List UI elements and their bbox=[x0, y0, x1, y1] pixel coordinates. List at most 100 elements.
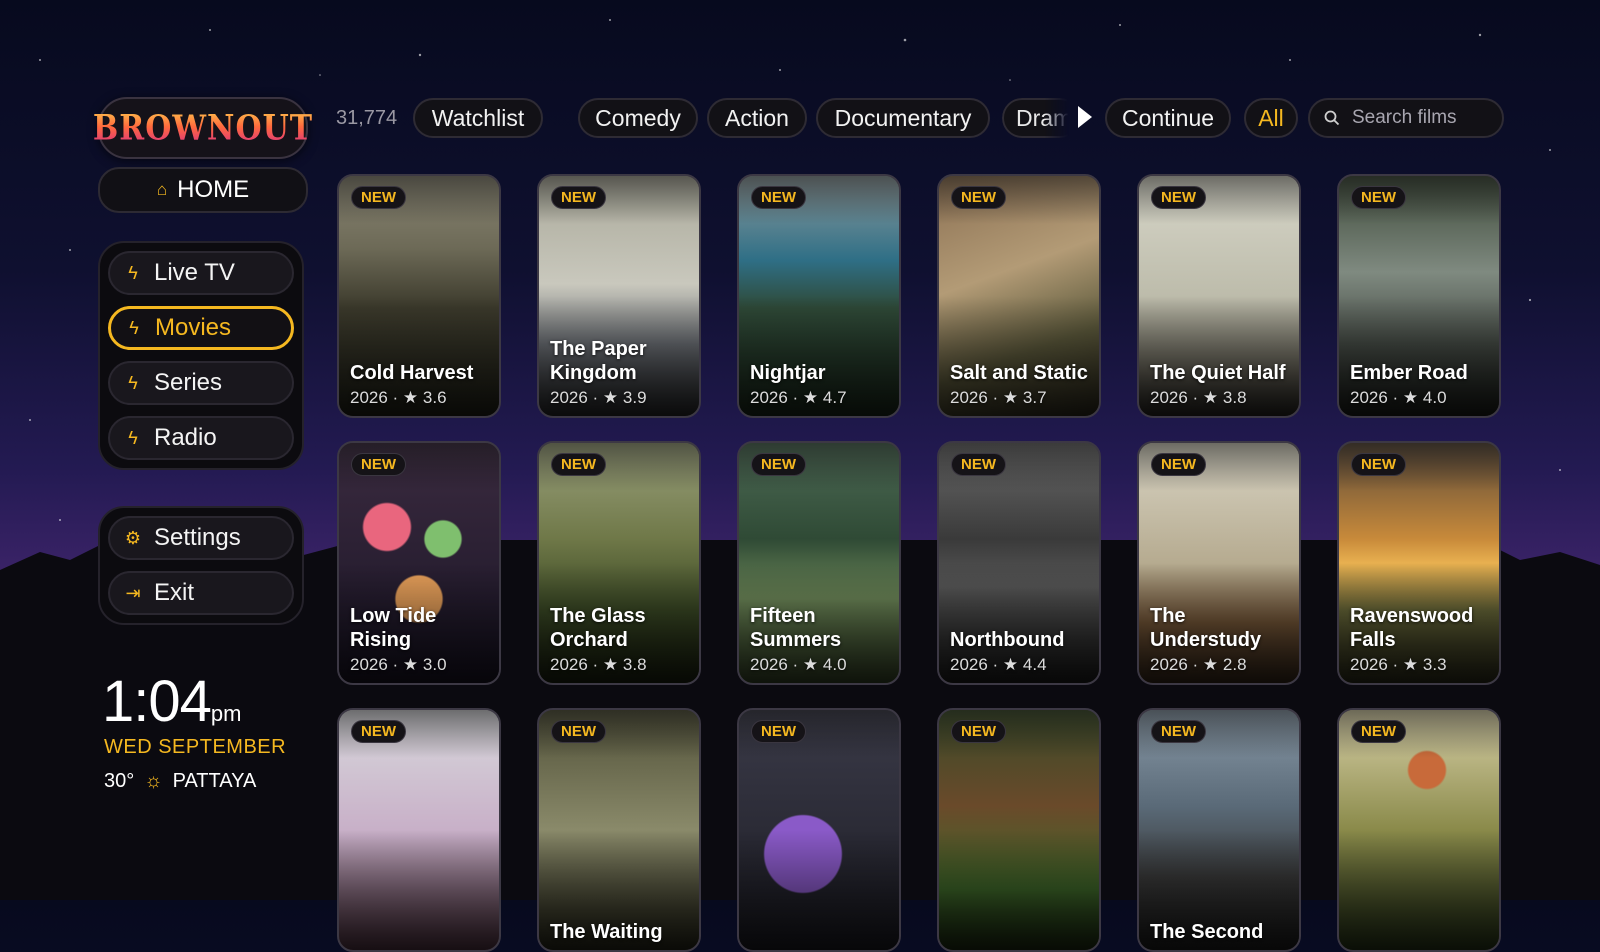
nav-item-radio[interactable]: ϟ Radio bbox=[108, 416, 294, 460]
movie-rating: 3.8 bbox=[622, 655, 647, 674]
new-badge: NEW bbox=[1351, 720, 1406, 743]
movie-rating: 2.8 bbox=[1222, 655, 1247, 674]
movie-card[interactable]: NEW bbox=[737, 708, 901, 952]
movie-title: The Second bbox=[1150, 921, 1264, 943]
movie-card[interactable]: NEW Fifteen Summers 2026 · ★ 4.0 bbox=[737, 441, 901, 685]
movie-card[interactable]: NEW bbox=[937, 708, 1101, 952]
movie-year: 2026 bbox=[350, 388, 388, 407]
clock: 1:04pm bbox=[102, 668, 241, 735]
nav-item-series[interactable]: ϟ Series bbox=[108, 361, 294, 405]
search-input[interactable] bbox=[1350, 106, 1494, 130]
movie-rating: 4.0 bbox=[822, 655, 847, 674]
star-icon: · ★ bbox=[587, 655, 623, 674]
movie-title: Salt and Static bbox=[950, 362, 1088, 384]
star-icon: · ★ bbox=[1187, 655, 1223, 674]
nav-item-label: Settings bbox=[154, 524, 241, 551]
movie-year: 2026 bbox=[350, 655, 388, 674]
movie-title: Ravenswood Falls bbox=[1350, 605, 1474, 651]
star-icon: · ★ bbox=[787, 388, 823, 407]
main-nav: ϟ Live TV ϟ Movies ϟ Series ϟ Radio bbox=[98, 241, 304, 470]
star-icon: · ★ bbox=[387, 388, 423, 407]
home-button[interactable]: ⌂ HOME bbox=[98, 167, 308, 213]
movie-year: 2026 bbox=[1350, 655, 1388, 674]
movie-meta: 2026 · ★ 4.0 bbox=[750, 655, 847, 675]
movie-card[interactable]: NEW Low Tide Rising 2026 · ★ 3.0 bbox=[337, 441, 501, 685]
movie-card[interactable]: NEW Ravenswood Falls 2026 · ★ 3.3 bbox=[1337, 441, 1501, 685]
genre-chip-comedy[interactable]: Comedy bbox=[578, 98, 698, 138]
home-icon: ⌂ bbox=[156, 180, 168, 199]
movie-card[interactable]: NEW Cold Harvest 2026 · ★ 3.6 bbox=[337, 174, 501, 418]
movie-title: Ember Road bbox=[1350, 362, 1468, 384]
nav-item-label: Exit bbox=[154, 579, 195, 606]
movie-card[interactable]: NEW The Second bbox=[1137, 708, 1301, 952]
new-badge: NEW bbox=[1351, 186, 1406, 209]
scroll-right-icon[interactable] bbox=[1078, 106, 1092, 128]
nav-item-live-tv[interactable]: ϟ Live TV bbox=[108, 251, 294, 295]
movie-title: Cold Harvest bbox=[350, 362, 474, 384]
star-icon: · ★ bbox=[1387, 655, 1423, 674]
bolt-icon: ϟ bbox=[128, 372, 138, 393]
movie-meta: 2026 · ★ 3.6 bbox=[350, 388, 447, 408]
movie-title: Northbound bbox=[950, 629, 1065, 651]
movie-title: The Glass Orchard bbox=[550, 605, 646, 651]
movie-meta: 2026 · ★ 3.7 bbox=[950, 388, 1047, 408]
movie-title: Fifteen Summers bbox=[750, 605, 842, 651]
movie-title: The Waiting bbox=[550, 921, 663, 943]
movie-card[interactable]: NEW Northbound 2026 · ★ 4.4 bbox=[937, 441, 1101, 685]
watchlist-chip[interactable]: Watchlist bbox=[413, 98, 543, 138]
exit-icon: ⇥ bbox=[125, 582, 141, 603]
new-badge: NEW bbox=[551, 453, 606, 476]
all-chip[interactable]: All bbox=[1244, 98, 1298, 138]
system-nav: ⚙ Settings ⇥ Exit bbox=[98, 506, 304, 625]
movie-rating: 4.7 bbox=[822, 388, 847, 407]
genre-chip-documentary[interactable]: Documentary bbox=[816, 98, 990, 138]
new-badge: NEW bbox=[951, 453, 1006, 476]
movie-year: 2026 bbox=[1150, 388, 1188, 407]
movie-title: Nightjar bbox=[750, 362, 826, 384]
poster-shade bbox=[739, 710, 899, 950]
poster-shade bbox=[1339, 710, 1499, 950]
movie-card[interactable]: NEW The Understudy 2026 · ★ 2.8 bbox=[1137, 441, 1301, 685]
movie-card[interactable]: NEW The Glass Orchard 2026 · ★ 3.8 bbox=[537, 441, 701, 685]
movie-card[interactable]: NEW Nightjar 2026 · ★ 4.7 bbox=[737, 174, 901, 418]
star-icon: · ★ bbox=[787, 655, 823, 674]
movie-card[interactable]: NEW Salt and Static 2026 · ★ 3.7 bbox=[937, 174, 1101, 418]
clock-ampm: pm bbox=[210, 701, 242, 726]
movie-card[interactable]: NEW Ember Road 2026 · ★ 4.0 bbox=[1337, 174, 1501, 418]
movie-year: 2026 bbox=[950, 388, 988, 407]
weather-city: PATTAYA bbox=[172, 770, 257, 792]
movie-card[interactable]: NEW The Paper Kingdom 2026 · ★ 3.9 bbox=[537, 174, 701, 418]
clock-time: 1:04 bbox=[102, 669, 212, 734]
nav-item-settings[interactable]: ⚙ Settings bbox=[108, 516, 294, 560]
app-logo[interactable]: BROWNOUT bbox=[93, 97, 312, 159]
continue-chip[interactable]: Continue bbox=[1105, 98, 1231, 138]
nav-item-label: Series bbox=[154, 369, 223, 396]
nav-item-movies[interactable]: ϟ Movies bbox=[108, 306, 294, 350]
search-icon bbox=[1324, 110, 1340, 126]
movie-card[interactable]: NEW bbox=[1337, 708, 1501, 952]
movie-card[interactable]: NEW bbox=[337, 708, 501, 952]
movie-meta: 2026 · ★ 4.4 bbox=[950, 655, 1047, 675]
movie-year: 2026 bbox=[550, 655, 588, 674]
movie-meta: 2026 · ★ 3.9 bbox=[550, 388, 647, 408]
movie-card[interactable]: NEW The Waiting bbox=[537, 708, 701, 952]
logo-text: BROWNOUT bbox=[92, 107, 314, 149]
new-badge: NEW bbox=[1351, 453, 1406, 476]
movie-title: The Understudy bbox=[1150, 605, 1262, 651]
movie-rating: 4.0 bbox=[1422, 388, 1447, 407]
weather-temperature: 30° bbox=[104, 770, 135, 792]
new-badge: NEW bbox=[1151, 453, 1206, 476]
new-badge: NEW bbox=[951, 186, 1006, 209]
poster-shade bbox=[939, 710, 1099, 950]
search-box[interactable] bbox=[1308, 98, 1504, 138]
nav-item-exit[interactable]: ⇥ Exit bbox=[108, 571, 294, 615]
new-badge: NEW bbox=[551, 720, 606, 743]
genre-chip-drama[interactable]: Drama bbox=[1002, 98, 1080, 138]
movie-year: 2026 bbox=[950, 655, 988, 674]
genre-chip-action[interactable]: Action bbox=[707, 98, 807, 138]
movie-card[interactable]: NEW The Quiet Half 2026 · ★ 3.8 bbox=[1137, 174, 1301, 418]
movie-rating: 4.4 bbox=[1022, 655, 1047, 674]
movie-rating: 3.6 bbox=[422, 388, 447, 407]
movie-rating: 3.3 bbox=[1422, 655, 1447, 674]
star-icon: · ★ bbox=[1387, 388, 1423, 407]
